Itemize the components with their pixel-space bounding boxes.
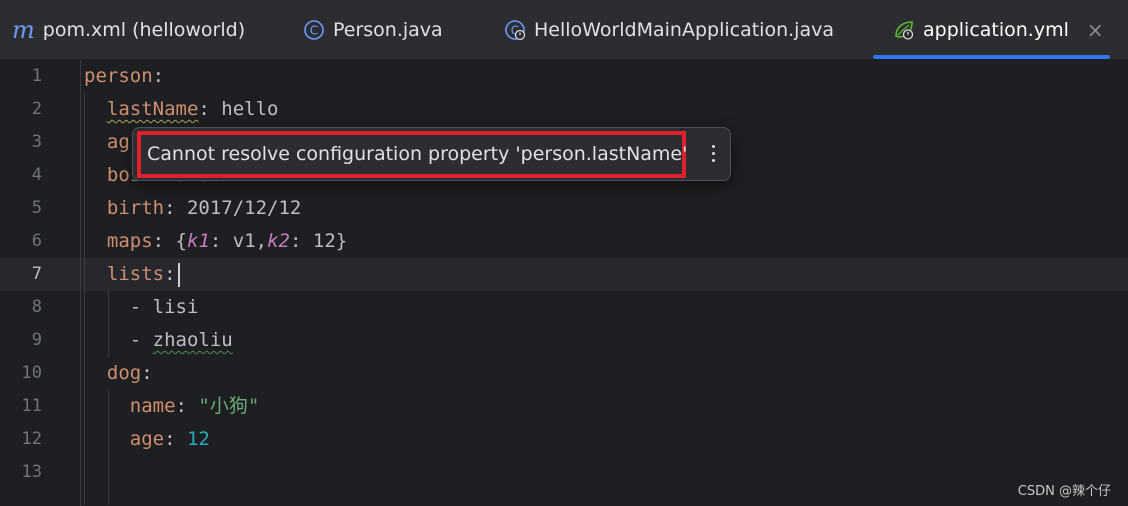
tab-label: pom.xml (helloworld) [42,19,246,41]
tab-label: application.yml [923,19,1069,41]
yaml-value: 12 [301,230,336,252]
yaml-value: v1, [221,230,268,252]
yaml-value: hello [209,98,279,120]
tooltip-message: Cannot resolve configuration property 'p… [147,143,688,165]
line-number: 3 [31,132,42,152]
yaml-colon: : [152,65,165,87]
line-number: 1 [31,66,42,86]
yaml-key: name [129,395,176,417]
line-number: 4 [31,165,42,185]
line-number: 13 [21,462,42,482]
more-vertical-icon[interactable] [703,138,723,168]
tab-pom-xml[interactable]: m pom.xml (helloworld) [12,0,245,60]
tab-label: Person.java [333,19,443,41]
code-line: birth: 2017/12/12 [84,192,1084,225]
yaml-colon: : [141,362,153,384]
tab-application-yml[interactable]: application.yml × [893,0,1104,60]
yaml-colon: : [209,230,222,252]
line-number: 8 [31,297,42,317]
java-main-class-icon: C [504,19,526,41]
yaml-value: lisi [152,296,199,318]
code-line: name: "小狗" [84,390,1084,423]
line-number-gutter: 1 2 3 4 5 6 7 8 9 10 11 12 13 [0,60,80,506]
yaml-colon: : [164,197,176,219]
yaml-key-unresolved: lastName [106,98,199,120]
yaml-colon: : [175,395,187,417]
svg-text:C: C [310,24,318,38]
line-number: 10 [21,363,42,383]
yaml-string-value: "小狗" [186,395,260,417]
code-line: age: 12 [84,423,1084,456]
yaml-map-key: k2 [267,230,290,252]
code-line: maps: {k1: v1,k2: 12} [84,225,1084,258]
tab-helloworld-main[interactable]: C HelloWorldMainApplication.java [504,0,834,60]
yaml-colon: : [164,428,176,450]
text-caret [177,262,180,287]
line-number: 12 [21,429,42,449]
gutter-divider [80,60,81,506]
yaml-list-dash: - [129,296,153,318]
yaml-key: birth [106,197,165,219]
yaml-key: age [129,428,165,450]
watermark: CSDN @辣个仔 [1017,484,1111,499]
yaml-colon: : [198,98,210,120]
line-number: 11 [21,396,42,416]
yaml-value: 2017/12/12 [175,197,302,219]
yaml-colon: : [290,230,302,252]
code-line: lastName: hello [84,93,1084,126]
maven-m-icon: m [12,16,35,44]
yaml-list-dash: - [129,329,153,351]
code-line-current: lists: [84,258,1084,291]
code-line: - lisi [84,291,1084,324]
yaml-key: maps [106,230,153,252]
yaml-brace: { [164,230,187,252]
line-number: 2 [31,99,42,119]
yaml-brace: } [335,230,348,252]
yaml-key: ag [106,131,130,153]
line-number: 6 [31,231,42,251]
yaml-map-key: k1 [187,230,210,252]
line-number: 5 [31,198,42,218]
yaml-value-typo: zhaoliu [152,329,233,351]
tab-label: HelloWorldMainApplication.java [534,19,834,41]
line-number: 9 [31,330,42,350]
code-line: - zhaoliu [84,324,1084,357]
tab-person-java[interactable]: C Person.java [303,0,443,60]
code-line: dog: [84,357,1084,390]
code-line: person: [84,60,1084,93]
yaml-key: dog [106,362,142,384]
line-number-current: 7 [31,264,42,284]
yaml-colon: : [164,263,176,285]
java-class-icon: C [303,19,325,41]
active-tab-indicator [873,55,1110,59]
yaml-key: lists [106,263,165,285]
close-icon[interactable]: × [1087,18,1104,42]
yaml-number-value: 12 [175,428,210,450]
yaml-key: bo [106,164,130,186]
editor-tab-bar: m pom.xml (helloworld) C Person.java C H… [0,0,1128,60]
spring-leaf-icon [893,19,915,41]
yaml-colon: : [152,230,165,252]
yaml-key: person [84,65,153,87]
